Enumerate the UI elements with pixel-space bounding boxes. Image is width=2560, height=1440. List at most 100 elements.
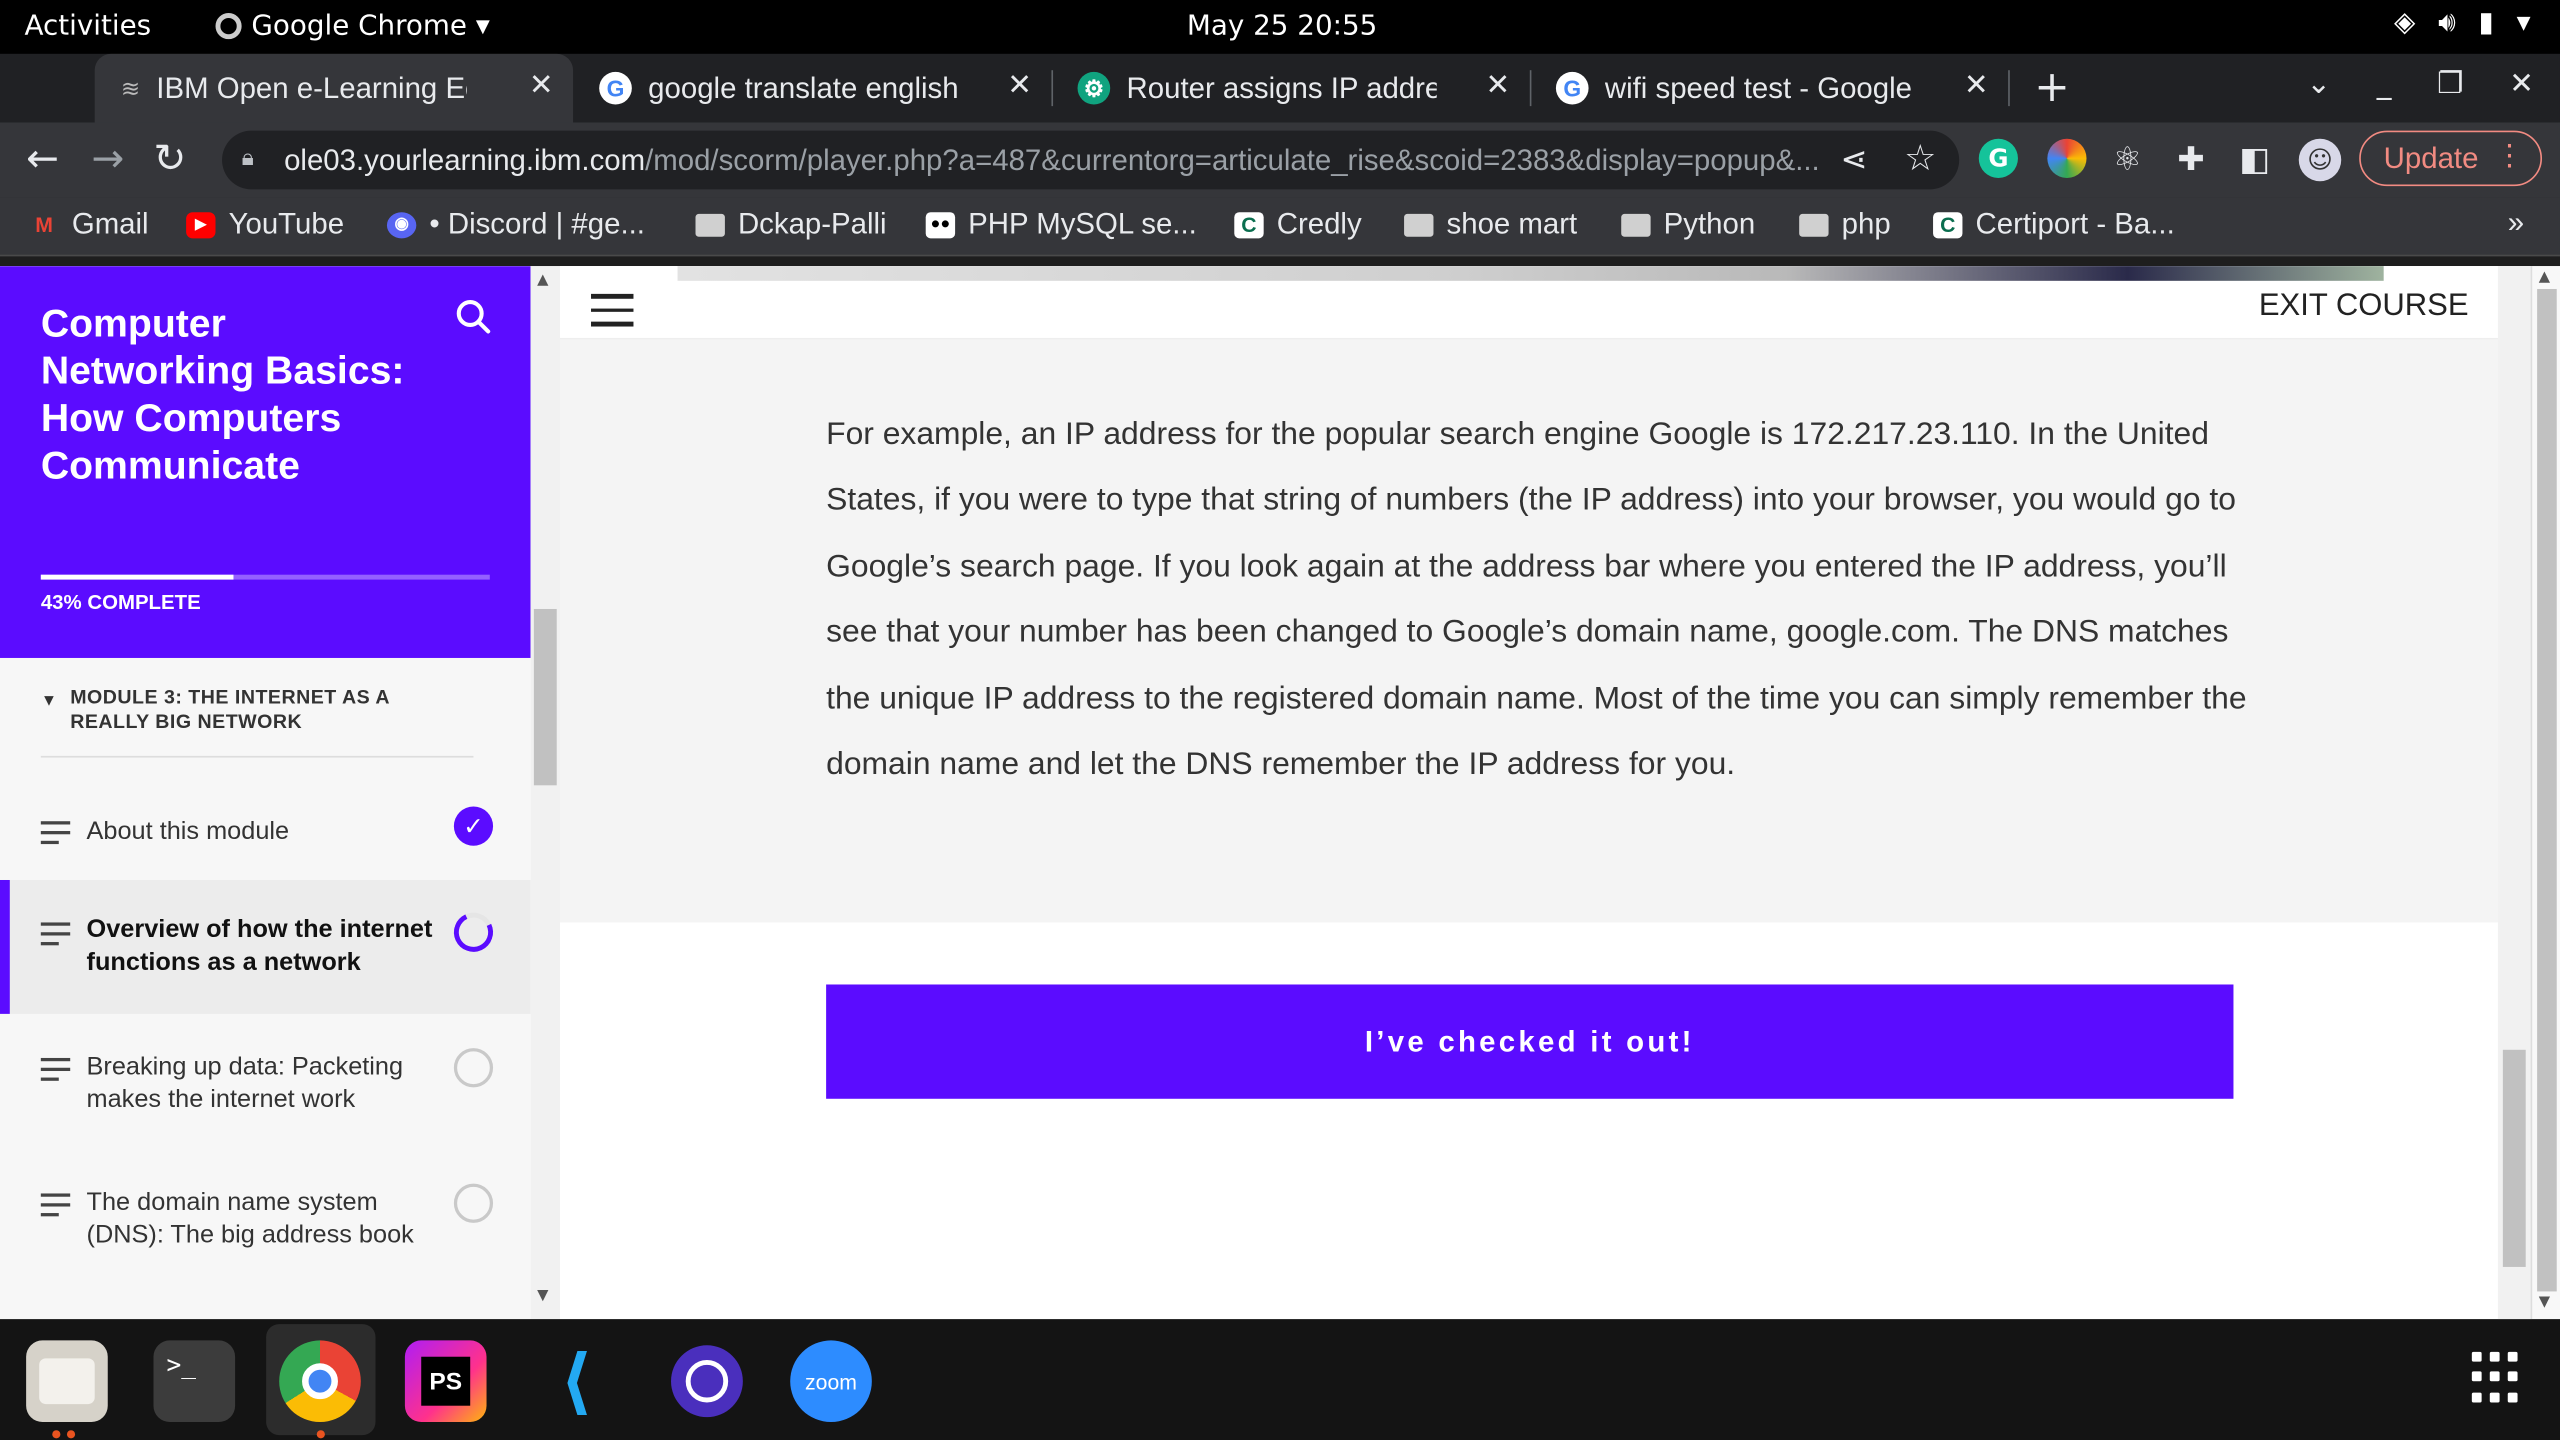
tab-router-ip[interactable]: ⚙ Router assigns IP address ✕ xyxy=(1051,54,1529,123)
course-progress-bar xyxy=(40,574,490,580)
volume-icon: 🔊︎ xyxy=(2438,6,2456,40)
folder-icon xyxy=(39,1358,95,1405)
text-block: For example, an IP address for the popul… xyxy=(559,339,2498,923)
search-icon[interactable] xyxy=(456,299,492,335)
clock[interactable]: May 25 20:55 xyxy=(1187,10,1377,43)
activities-button[interactable]: Activities xyxy=(24,10,151,43)
address-bar[interactable]: 🔒︎ ole03.yourlearning.ibm.com/mod/scorm/… xyxy=(222,130,1960,190)
bookmark-certiport[interactable]: C Certiport - Ba... xyxy=(1933,207,2175,241)
lesson-item[interactable]: About this module ✓ xyxy=(0,761,531,892)
share-icon[interactable]: ⋖ xyxy=(1840,139,1867,180)
phpstorm-app-icon[interactable]: PS xyxy=(404,1340,487,1423)
system-tray[interactable]: ◈ 🔊︎ ▮ ▾ xyxy=(2394,7,2531,40)
chevron-down-icon: ▾ xyxy=(2516,6,2531,40)
caret-down-icon: ▼ xyxy=(40,692,58,711)
credly-icon: C xyxy=(1933,211,1963,238)
tab-search-icon[interactable]: ⌄ xyxy=(2306,67,2331,101)
course-progress-fill xyxy=(40,574,234,580)
system-top-bar: Activities Google Chrome ▾ May 25 20:55 … xyxy=(0,0,2560,54)
bookmark-label: Python xyxy=(1663,207,1756,240)
profile-avatar[interactable]: ☺ xyxy=(2298,138,2342,182)
scroll-up-icon[interactable]: ▲ xyxy=(537,273,548,289)
lesson-text-icon xyxy=(40,1193,71,1222)
minimize-icon[interactable]: _ xyxy=(2377,67,2392,101)
close-window-icon[interactable]: ✕ xyxy=(2509,67,2534,101)
bookmark-php-mysql[interactable]: ●● PHP MySQL se... xyxy=(925,207,1197,241)
chrome-app-icon[interactable] xyxy=(279,1340,361,1423)
completed-check-icon: ✓ xyxy=(453,806,494,846)
bookmark-gmail[interactable]: M Gmail xyxy=(29,207,148,241)
close-tab-icon[interactable]: ✕ xyxy=(1486,69,1511,103)
bookmark-dckap[interactable]: Dckap-Palli xyxy=(695,207,887,241)
color-picker-extension-icon[interactable] xyxy=(2047,138,2087,178)
page-scrollbar[interactable]: ▲ ▼ xyxy=(2530,266,2560,1320)
kebab-menu-icon[interactable]: ⋮ xyxy=(2495,139,2524,173)
screen: Activities Google Chrome ▾ May 25 20:55 … xyxy=(0,0,2560,1440)
bookmark-shoe-mart[interactable]: shoe mart xyxy=(1404,207,1577,241)
scroll-up-icon[interactable]: ▲ xyxy=(2539,269,2550,285)
back-arrow-icon[interactable]: ← xyxy=(26,136,59,182)
discord-icon: ◉ xyxy=(386,211,417,238)
react-devtools-icon[interactable]: ⚛ xyxy=(2108,139,2147,178)
lock-icon[interactable]: 🔒︎ xyxy=(242,144,254,172)
zoom-app-icon[interactable]: zoom xyxy=(790,1340,872,1423)
new-tab-button[interactable]: + xyxy=(2034,64,2070,113)
grammarly-extension-icon[interactable]: G xyxy=(1978,138,2018,178)
tab-ibm-learning[interactable]: ≋ IBM Open e-Learning Ecosystem ✕ xyxy=(94,53,574,123)
vscode-app-icon[interactable]: ⟨ xyxy=(536,1340,618,1423)
exit-course-button[interactable]: EXIT COURSE xyxy=(2259,289,2469,325)
window-controls: ⌄ _ ❐ ✕ xyxy=(2306,67,2533,101)
tab-wifi-speed[interactable]: G wifi speed test - Google Search ✕ xyxy=(1530,54,2008,123)
more-bookmarks-icon[interactable]: » xyxy=(2508,206,2524,240)
page-scroll-thumb[interactable] xyxy=(2537,288,2557,1292)
not-started-icon xyxy=(453,1183,494,1223)
bookmark-youtube[interactable]: ▶ YouTube xyxy=(186,207,344,241)
update-button[interactable]: Update ⋮ xyxy=(2359,130,2543,187)
terminal-app-icon[interactable]: >_ xyxy=(153,1340,236,1423)
bookmark-discord[interactable]: ◉ • Discord | #ge... xyxy=(386,207,645,241)
screenshot-app-icon[interactable] xyxy=(666,1340,748,1422)
bookmark-credly[interactable]: C Credly xyxy=(1234,207,1362,241)
scroll-down-icon[interactable]: ▼ xyxy=(2539,1295,2550,1311)
forward-arrow-icon[interactable]: → xyxy=(91,136,124,182)
checked-it-out-button[interactable]: I’ve checked it out! xyxy=(826,984,2234,1099)
folder-icon xyxy=(695,213,725,236)
app-menu[interactable]: Google Chrome ▾ xyxy=(215,10,490,42)
menu-hamburger-icon[interactable] xyxy=(591,293,634,336)
credly-icon: C xyxy=(1234,211,1264,238)
lesson-label: Overview of how the internet functions a… xyxy=(86,915,433,977)
close-tab-icon[interactable]: ✕ xyxy=(1007,69,1032,103)
tab-title: IBM Open e-Learning Ecosystem xyxy=(156,71,466,104)
bookmark-label: Gmail xyxy=(71,207,149,240)
reload-icon[interactable]: ↻ xyxy=(153,136,186,182)
extensions-puzzle-icon[interactable]: ✚ xyxy=(2171,139,2210,178)
content-scroll-thumb[interactable] xyxy=(2502,1049,2526,1267)
dock: >_ PS ⟨ zoom xyxy=(0,1319,2560,1440)
bookmark-python[interactable]: Python xyxy=(1621,207,1755,241)
sidebar-scrollbar[interactable]: ▲ ▼ xyxy=(530,266,560,1320)
divider xyxy=(40,755,474,758)
lesson-item[interactable]: The domain name system (DNS): The big ad… xyxy=(0,1151,531,1282)
bookmark-php[interactable]: php xyxy=(1799,207,1891,241)
lesson-item-active[interactable]: Overview of how the internet functions a… xyxy=(0,879,531,1014)
bookmark-star-icon[interactable]: ☆ xyxy=(1904,137,1936,179)
side-panel-icon[interactable]: ◧ xyxy=(2235,139,2274,178)
lesson-item[interactable]: Breaking up data: Packeting makes the in… xyxy=(0,1016,531,1147)
close-tab-icon[interactable]: ✕ xyxy=(1964,69,1989,103)
google-favicon-icon: G xyxy=(599,71,632,105)
files-app-icon[interactable] xyxy=(26,1340,108,1423)
lesson-label: Breaking up data: Packeting makes the in… xyxy=(86,1053,404,1114)
sidebar-scroll-thumb[interactable] xyxy=(533,608,557,786)
running-indicator xyxy=(66,1430,76,1439)
bookmark-label: shoe mart xyxy=(1446,207,1578,240)
web-page: Computer Networking Basics: How Computer… xyxy=(0,266,2560,1320)
battery-icon: ▮ xyxy=(2478,6,2494,40)
content-scrollbar[interactable] xyxy=(2497,266,2531,1320)
bookmark-label: Credly xyxy=(1276,207,1362,240)
restore-icon[interactable]: ❐ xyxy=(2437,67,2463,101)
tab-google-translate[interactable]: G google translate english to ✕ xyxy=(573,54,1051,123)
module-toggle[interactable]: ▼ MODULE 3: THE INTERNET AS A REALLY BIG… xyxy=(41,686,474,735)
show-applications-icon[interactable] xyxy=(2471,1351,2524,1404)
close-tab-icon[interactable]: ✕ xyxy=(529,69,554,103)
scroll-down-icon[interactable]: ▼ xyxy=(537,1288,548,1304)
